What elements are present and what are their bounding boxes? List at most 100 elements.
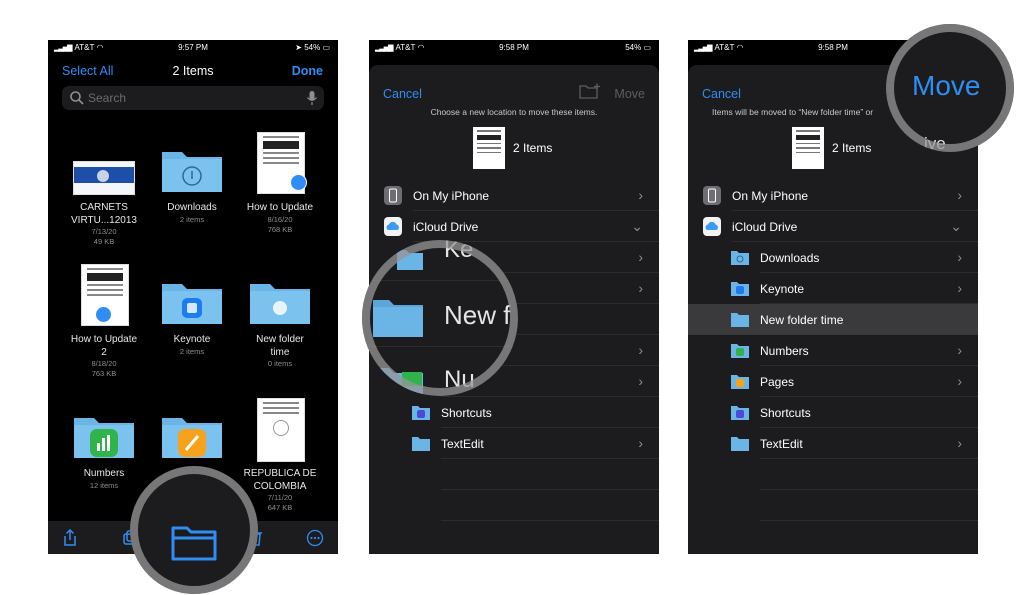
location-label: Downloads: [760, 251, 820, 265]
document-thumbnail: [257, 398, 305, 462]
file-item-how-to-update[interactable]: How to Update 8/16/20 768 KB: [236, 132, 324, 235]
folder-item-keynote[interactable]: Keynote 2 items: [148, 266, 236, 357]
keynote-folder-icon: [731, 282, 749, 296]
location-label: Shortcuts: [441, 406, 492, 420]
folder-item-numbers[interactable]: Numbers 12 items: [60, 400, 148, 491]
location-icloud-drive[interactable]: iCloud Drive ⌄: [688, 211, 978, 242]
folder-count: 12 items: [89, 480, 119, 490]
location-label: iCloud Drive: [732, 220, 798, 234]
chevron-right-icon: ›: [638, 249, 643, 265]
empty-row: [688, 490, 978, 521]
file-item-how-to-update-2[interactable]: How to Update 2 8/18/20 763 KB: [60, 264, 148, 379]
location-shortcuts[interactable]: Shortcuts: [688, 397, 978, 428]
folder-icon: [731, 437, 749, 451]
chevron-right-icon: ›: [638, 280, 643, 296]
shortcuts-folder-icon: [412, 406, 430, 420]
location-on-my-iphone[interactable]: On My iPhone ›: [688, 180, 978, 211]
checkmark-icon: [290, 174, 307, 191]
magnifier-ring: [886, 24, 1014, 152]
document-thumbnail: [792, 127, 824, 169]
location-icloud-drive[interactable]: iCloud Drive ⌄: [369, 211, 659, 242]
chevron-right-icon: ›: [957, 373, 962, 389]
chevron-right-icon: ›: [957, 280, 962, 296]
folder-count: 0 items: [267, 359, 293, 368]
location-label: Shortcuts: [760, 406, 811, 420]
numbers-folder-icon: [74, 418, 134, 458]
file-item-republica-de-colombia[interactable]: REPUBLICA DE COLOMBIA 7/11/20 647 KB: [236, 398, 324, 513]
location-label: iCloud Drive: [413, 220, 479, 234]
empty-row: [688, 459, 978, 490]
empty-row: [369, 490, 659, 521]
file-date: 7/13/20: [91, 227, 117, 236]
chevron-right-icon: ›: [638, 373, 643, 389]
folder-item-new-folder-time[interactable]: New folder time 0 items: [236, 266, 324, 369]
keynote-folder-icon: [162, 284, 222, 324]
icloud-icon: [384, 217, 402, 236]
move-button[interactable]: Move: [614, 87, 645, 101]
folder-icon: [250, 284, 310, 324]
location-pages[interactable]: Pages ›: [688, 366, 978, 397]
file-date: 8/16/20: [267, 214, 293, 224]
folder-count: 2 items: [179, 346, 205, 356]
cancel-button[interactable]: Cancel: [702, 87, 741, 101]
file-date: 7/11/20: [267, 493, 293, 502]
location-label: TextEdit: [441, 437, 484, 451]
folder-name: Numbers: [83, 468, 125, 479]
chevron-right-icon: ›: [638, 435, 643, 451]
folder-item-downloads[interactable]: Downloads 2 items: [148, 134, 236, 225]
folder-count: 2 items: [179, 214, 205, 224]
location-on-my-iphone[interactable]: On My iPhone ›: [369, 180, 659, 211]
downloads-folder-icon: [731, 251, 749, 265]
location-label: TextEdit: [760, 437, 803, 451]
more-icon[interactable]: [306, 529, 324, 547]
status-bar: ▂▃▅▇ AT&T ◠ 9:57 PM ➤ 54% ▭: [48, 40, 338, 56]
status-time: 9:58 PM: [499, 43, 529, 52]
status-bar: ▂▃▅▇ AT&T ◠ 9:58 PM 54% ▭: [369, 40, 659, 56]
chevron-down-icon: ⌄: [631, 218, 643, 234]
search-bar[interactable]: [62, 86, 324, 110]
location-shortcuts[interactable]: Shortcuts: [369, 397, 659, 428]
chevron-down-icon: ⌄: [950, 218, 962, 234]
location-new-folder-time-selected[interactable]: New folder time: [688, 304, 978, 335]
location-textedit[interactable]: TextEdit ›: [688, 428, 978, 459]
file-date: 8/18/20: [91, 359, 117, 368]
location-icon: ➤: [295, 43, 302, 52]
share-icon[interactable]: [61, 529, 79, 547]
location-label: Numbers: [760, 344, 809, 358]
numbers-folder-icon: [731, 344, 749, 358]
location-textedit[interactable]: TextEdit ›: [369, 428, 659, 459]
battery-icon: ▭: [643, 43, 651, 52]
cancel-button[interactable]: Cancel: [383, 87, 422, 101]
file-name: How to Update: [246, 202, 314, 213]
location-keynote[interactable]: Keynote ›: [688, 273, 978, 304]
location-label: On My iPhone: [413, 189, 490, 203]
file-item-carnets[interactable]: CARNETS VIRTU...12013 7/13/20 49 KB: [60, 134, 148, 247]
pages-folder-icon: [731, 375, 749, 389]
location-numbers[interactable]: Numbers ›: [688, 335, 978, 366]
file-name: How to Update: [70, 334, 138, 345]
magnifier-ring: [362, 240, 518, 396]
location-label: Keynote: [760, 282, 805, 296]
folder-name: New folder: [256, 334, 304, 345]
search-input[interactable]: [88, 89, 288, 107]
magnifier-ring: [130, 466, 258, 594]
location-label: On My iPhone: [732, 189, 809, 203]
chevron-right-icon: ›: [957, 342, 962, 358]
search-icon: [70, 91, 84, 105]
selected-count: 2 Items: [832, 141, 872, 155]
file-size: 763 KB: [91, 369, 117, 378]
chevron-right-icon: ›: [638, 342, 643, 358]
document-thumbnail: [473, 127, 505, 169]
location-downloads[interactable]: Downloads ›: [688, 242, 978, 273]
done-button[interactable]: Done: [292, 64, 323, 78]
microphone-icon[interactable]: [306, 90, 318, 106]
new-folder-icon[interactable]: [579, 83, 601, 99]
folder-name-line2: time: [270, 346, 290, 358]
navigation-bar: Select All 2 Items Done: [48, 62, 338, 82]
location-list: On My iPhone › iCloud Drive ⌄ Downloads …: [688, 180, 978, 521]
folder-icon: [412, 437, 430, 451]
pages-folder-icon: [162, 418, 222, 458]
file-name-line2: COLOMBIA: [253, 480, 307, 492]
folder-name: Downloads: [167, 202, 217, 213]
folder-icon: [162, 152, 222, 192]
